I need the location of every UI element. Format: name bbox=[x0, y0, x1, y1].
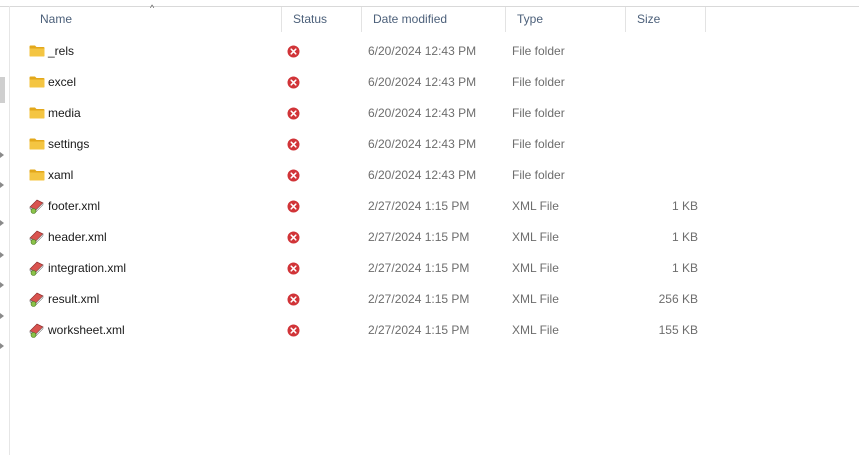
status-cell bbox=[287, 222, 300, 253]
sync-error-icon bbox=[287, 293, 300, 306]
file-type: XML File bbox=[512, 230, 559, 244]
file-type: XML File bbox=[512, 292, 559, 306]
file-name[interactable]: integration.xml bbox=[48, 253, 126, 284]
date-modified: 6/20/2024 12:43 PM bbox=[368, 44, 477, 58]
file-icon-cell bbox=[29, 67, 45, 98]
file-name[interactable]: settings bbox=[48, 129, 89, 160]
xml-file-icon bbox=[29, 230, 44, 245]
status-cell bbox=[287, 98, 300, 129]
xml-file-icon bbox=[29, 199, 44, 214]
file-row[interactable]: header.xml 2/27/2024 1:15 PM XML File 1 … bbox=[0, 222, 859, 253]
file-icon-cell bbox=[29, 36, 45, 67]
file-type: File folder bbox=[512, 137, 565, 151]
xml-file-icon bbox=[29, 261, 44, 276]
file-type: XML File bbox=[512, 261, 559, 275]
folder-icon bbox=[29, 45, 45, 57]
file-icon-cell bbox=[29, 284, 45, 315]
file-icon-cell bbox=[29, 129, 45, 160]
file-row[interactable]: media 6/20/2024 12:43 PM File folder bbox=[0, 98, 859, 129]
sync-error-icon bbox=[287, 107, 300, 120]
file-icon-cell bbox=[29, 222, 45, 253]
sync-error-icon bbox=[287, 169, 300, 182]
file-size bbox=[626, 36, 698, 67]
file-size: 256 KB bbox=[658, 292, 698, 306]
file-type: File folder bbox=[512, 44, 565, 58]
date-modified: 2/27/2024 1:15 PM bbox=[368, 261, 470, 275]
column-header-size[interactable]: Size bbox=[626, 7, 706, 32]
file-row[interactable]: integration.xml 2/27/2024 1:15 PM XML Fi… bbox=[0, 253, 859, 284]
file-type: XML File bbox=[512, 323, 559, 337]
file-size bbox=[626, 98, 698, 129]
column-header-row: ^ Name Status Date modified Type Size bbox=[29, 4, 859, 32]
file-list: _rels 6/20/2024 12:43 PM File folder exc… bbox=[0, 36, 859, 346]
column-header-date-modified[interactable]: Date modified bbox=[362, 7, 506, 32]
file-size bbox=[626, 129, 698, 160]
file-name[interactable]: xaml bbox=[48, 160, 73, 191]
xml-file-icon bbox=[29, 292, 44, 307]
file-name[interactable]: _rels bbox=[48, 36, 74, 67]
file-size: 1 KB bbox=[671, 230, 698, 244]
folder-icon bbox=[29, 169, 45, 181]
file-name[interactable]: media bbox=[48, 98, 81, 129]
file-row[interactable]: worksheet.xml 2/27/2024 1:15 PM XML File… bbox=[0, 315, 859, 346]
column-header-status[interactable]: Status bbox=[282, 7, 362, 32]
file-type: File folder bbox=[512, 75, 565, 89]
date-modified: 6/20/2024 12:43 PM bbox=[368, 137, 477, 151]
date-modified: 2/27/2024 1:15 PM bbox=[368, 230, 470, 244]
date-modified: 6/20/2024 12:43 PM bbox=[368, 168, 477, 182]
status-cell bbox=[287, 160, 300, 191]
status-cell bbox=[287, 253, 300, 284]
status-cell bbox=[287, 67, 300, 98]
date-modified: 2/27/2024 1:15 PM bbox=[368, 199, 470, 213]
file-type: File folder bbox=[512, 106, 565, 120]
file-size: 155 KB bbox=[658, 323, 698, 337]
sync-error-icon bbox=[287, 76, 300, 89]
sync-error-icon bbox=[287, 200, 300, 213]
file-size: 1 KB bbox=[671, 261, 698, 275]
date-modified: 6/20/2024 12:43 PM bbox=[368, 75, 477, 89]
file-name[interactable]: excel bbox=[48, 67, 76, 98]
file-name[interactable]: footer.xml bbox=[48, 191, 100, 222]
file-name[interactable]: worksheet.xml bbox=[48, 315, 125, 346]
status-cell bbox=[287, 284, 300, 315]
sync-error-icon bbox=[287, 262, 300, 275]
folder-icon bbox=[29, 107, 45, 119]
file-icon-cell bbox=[29, 160, 45, 191]
sync-error-icon bbox=[287, 45, 300, 58]
file-size bbox=[626, 160, 698, 191]
status-cell bbox=[287, 191, 300, 222]
file-row[interactable]: _rels 6/20/2024 12:43 PM File folder bbox=[0, 36, 859, 67]
file-icon-cell bbox=[29, 315, 45, 346]
file-type: XML File bbox=[512, 199, 559, 213]
sync-error-icon bbox=[287, 231, 300, 244]
file-size: 1 KB bbox=[671, 199, 698, 213]
file-row[interactable]: xaml 6/20/2024 12:43 PM File folder bbox=[0, 160, 859, 191]
status-cell bbox=[287, 36, 300, 67]
sync-error-icon bbox=[287, 138, 300, 151]
file-row[interactable]: result.xml 2/27/2024 1:15 PM XML File 25… bbox=[0, 284, 859, 315]
status-cell bbox=[287, 315, 300, 346]
file-icon-cell bbox=[29, 253, 45, 284]
date-modified: 2/27/2024 1:15 PM bbox=[368, 292, 470, 306]
file-row[interactable]: excel 6/20/2024 12:43 PM File folder bbox=[0, 67, 859, 98]
file-explorer-list: ^ Name Status Date modified Type Size _r… bbox=[0, 0, 859, 455]
file-name[interactable]: result.xml bbox=[48, 284, 99, 315]
date-modified: 2/27/2024 1:15 PM bbox=[368, 323, 470, 337]
file-icon-cell bbox=[29, 98, 45, 129]
file-row[interactable]: footer.xml 2/27/2024 1:15 PM XML File 1 … bbox=[0, 191, 859, 222]
status-cell bbox=[287, 129, 300, 160]
column-header-type[interactable]: Type bbox=[506, 7, 626, 32]
folder-icon bbox=[29, 138, 45, 150]
date-modified: 6/20/2024 12:43 PM bbox=[368, 106, 477, 120]
column-header-name[interactable]: Name bbox=[29, 7, 282, 32]
sync-error-icon bbox=[287, 324, 300, 337]
folder-icon bbox=[29, 76, 45, 88]
file-row[interactable]: settings 6/20/2024 12:43 PM File folder bbox=[0, 129, 859, 160]
file-icon-cell bbox=[29, 191, 45, 222]
file-name[interactable]: header.xml bbox=[48, 222, 107, 253]
file-type: File folder bbox=[512, 168, 565, 182]
xml-file-icon bbox=[29, 323, 44, 338]
file-size bbox=[626, 67, 698, 98]
